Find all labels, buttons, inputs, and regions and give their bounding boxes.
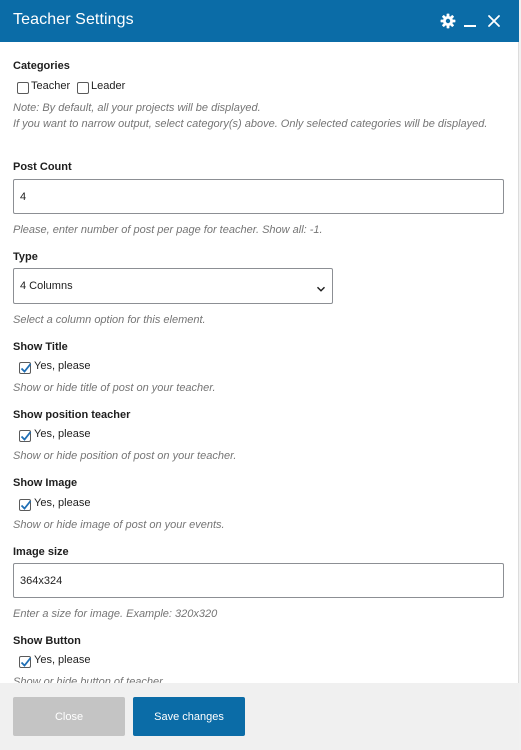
image-size-label: Image size — [13, 546, 69, 558]
categories-note: Note: By default, all your projects will… — [13, 100, 503, 132]
post-count-label: Post Count — [13, 161, 72, 173]
image-size-input[interactable] — [13, 563, 504, 598]
show-button-checkbox-label: Yes, please — [34, 654, 91, 666]
close-icon[interactable] — [482, 0, 506, 42]
category-leader-label: Leader — [91, 80, 126, 92]
categories-note-line1: Note: By default, all your projects will… — [13, 102, 261, 114]
teacher-settings-dialog: Teacher Settings Categories Teacher Lead… — [0, 0, 519, 750]
categories-label: Categories — [13, 60, 70, 72]
gear-icon[interactable] — [436, 0, 460, 42]
show-image-checkbox-label: Yes, please — [34, 497, 91, 509]
type-select-value: 4 Columns — [20, 280, 73, 292]
categories-note-line2: If you want to narrow output, select cat… — [13, 118, 488, 130]
show-title-note: Show or hide title of post on your teach… — [13, 382, 216, 394]
show-image-note: Show or hide image of post on your event… — [13, 519, 225, 531]
show-position-checkbox[interactable] — [19, 430, 32, 442]
close-button[interactable]: Close — [13, 697, 125, 736]
post-count-input[interactable] — [13, 179, 504, 214]
dialog-footer: Close Save changes — [0, 683, 519, 750]
show-title-label: Show Title — [13, 341, 68, 353]
type-note: Select a column option for this element. — [13, 314, 206, 326]
image-size-note: Enter a size for image. Example: 320x320 — [13, 608, 218, 620]
type-label: Type — [13, 251, 38, 263]
show-title-checkbox[interactable] — [19, 362, 32, 374]
type-select[interactable]: 4 Columns — [13, 268, 333, 304]
show-position-note: Show or hide position of post on your te… — [13, 450, 237, 462]
show-button-label: Show Button — [13, 635, 81, 647]
category-teacher-label: Teacher — [31, 80, 71, 92]
minimize-icon[interactable] — [458, 0, 482, 42]
category-teacher-checkbox[interactable] — [17, 82, 29, 94]
show-title-checkbox-label: Yes, please — [34, 360, 91, 372]
show-position-label: Show position teacher — [13, 409, 131, 421]
dialog-titlebar: Teacher Settings — [0, 0, 519, 42]
dialog-title: Teacher Settings — [13, 11, 134, 28]
show-button-checkbox[interactable] — [19, 656, 32, 668]
chevron-down-icon — [316, 281, 326, 299]
show-image-checkbox[interactable] — [19, 499, 32, 511]
show-image-label: Show Image — [13, 477, 78, 489]
show-button-note: Show or hide button of teacher — [13, 676, 163, 683]
dialog-body: Categories Teacher Leader Note: By defau… — [0, 42, 519, 683]
category-leader-checkbox[interactable] — [77, 82, 89, 94]
post-count-note: Please, enter number of post per page fo… — [13, 224, 323, 236]
save-changes-button[interactable]: Save changes — [133, 697, 245, 736]
show-position-checkbox-label: Yes, please — [34, 428, 91, 440]
